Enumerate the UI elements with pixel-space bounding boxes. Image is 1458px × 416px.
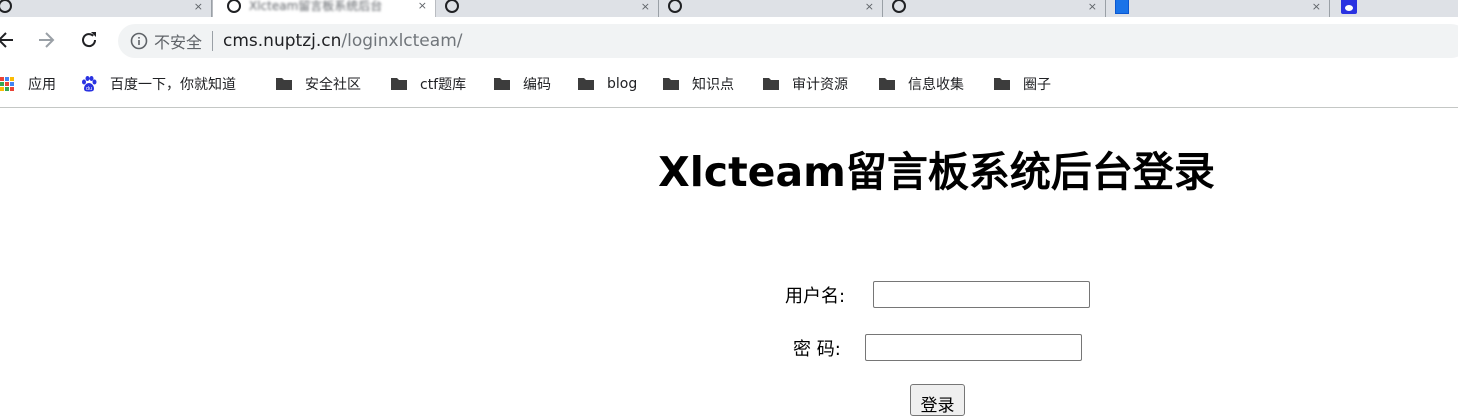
arrow-left-icon: [0, 32, 13, 48]
browser-tab[interactable]: ×: [0, 0, 212, 17]
bookmark-label: 信息收集: [908, 77, 964, 93]
arrow-right-icon: [39, 32, 55, 48]
bookmark-folder[interactable]: blog: [577, 73, 637, 95]
divider: [212, 31, 214, 51]
address-bar[interactable]: 不安全 cms.nuptzj.cn /loginxlcteam/: [118, 24, 1458, 58]
security-status[interactable]: 不安全: [154, 29, 202, 53]
bookmark-label: 圈子: [1023, 77, 1051, 93]
close-tab-icon[interactable]: ×: [1312, 0, 1321, 13]
bookmark-folder[interactable]: 信息收集: [878, 73, 964, 95]
browser-tab[interactable]: ×: [660, 0, 883, 17]
bookmark-folder[interactable]: 知识点: [662, 73, 734, 95]
folder-icon: [276, 78, 292, 90]
globe-icon: [227, 0, 241, 13]
browser-tab[interactable]: ×: [1107, 0, 1330, 17]
folder-icon: [494, 78, 510, 90]
reload-icon: [82, 32, 97, 48]
tab-strip: × Xlcteam留言板系统后台 × × × × ×: [0, 0, 1458, 17]
close-tab-icon[interactable]: ×: [641, 0, 650, 13]
password-input[interactable]: [865, 334, 1082, 361]
svg-text:du: du: [86, 86, 92, 92]
bookmark-label: blog: [607, 76, 638, 92]
username-label: 用户名:: [785, 286, 846, 307]
baidu-paw-icon: du: [82, 76, 97, 92]
bookmark-apps[interactable]: 应用: [0, 73, 56, 95]
bookmark-label: 审计资源: [792, 77, 848, 93]
bookmark-folder[interactable]: ctf题库: [390, 73, 466, 95]
browser-tab[interactable]: ×: [884, 0, 1106, 17]
folder-icon: [663, 78, 679, 90]
folder-icon: [763, 78, 779, 90]
close-tab-icon[interactable]: ×: [194, 0, 203, 13]
url-path: /loginxlcteam/: [341, 31, 463, 51]
browser-toolbar: 不安全 cms.nuptzj.cn /loginxlcteam/: [0, 17, 1458, 64]
login-button[interactable]: 登录: [910, 384, 965, 416]
folder-icon: [578, 78, 594, 90]
folder-icon: [879, 78, 895, 90]
info-icon[interactable]: [130, 32, 148, 50]
globe-icon: [892, 0, 906, 13]
browser-tab-active[interactable]: Xlcteam留言板系统后台 ×: [212, 0, 436, 17]
password-label: 密 码:: [793, 339, 841, 360]
browser-tab[interactable]: ×: [437, 0, 659, 17]
bookmark-folder[interactable]: 编码: [493, 73, 551, 95]
bookmark-label: 安全社区: [305, 77, 361, 93]
bookmark-folder[interactable]: 圈子: [993, 73, 1051, 95]
page-title: Xlcteam留言板系统后台登录: [658, 148, 1215, 196]
browser-tab[interactable]: [1331, 0, 1458, 17]
bookmark-baidu[interactable]: du 百度一下，你就知道: [80, 73, 236, 95]
globe-icon: [445, 0, 459, 13]
bookmark-folder[interactable]: 安全社区: [275, 73, 361, 95]
username-input[interactable]: [873, 281, 1090, 308]
document-icon: [1115, 0, 1129, 14]
apps-grid-icon: [0, 77, 14, 91]
bookmark-label: ctf题库: [420, 77, 467, 93]
tab-title: Xlcteam留言板系统后台: [249, 0, 383, 13]
close-tab-icon[interactable]: ×: [865, 0, 874, 13]
reload-button[interactable]: [75, 26, 103, 54]
url-host: cms.nuptzj.cn: [223, 31, 342, 51]
folder-icon: [391, 78, 407, 90]
close-tab-icon[interactable]: ×: [418, 0, 427, 12]
forward-button[interactable]: [32, 26, 60, 54]
bookmark-label: 知识点: [692, 77, 734, 93]
bookmark-label: 应用: [28, 77, 56, 93]
globe-icon: [668, 0, 682, 13]
close-tab-icon[interactable]: ×: [1088, 0, 1097, 13]
bookmark-label: 百度一下，你就知道: [110, 77, 236, 93]
baidu-icon: [1341, 0, 1357, 14]
globe-icon: [0, 0, 12, 13]
folder-icon: [994, 78, 1010, 90]
bookmark-label: 编码: [523, 77, 551, 93]
back-button[interactable]: [0, 26, 20, 54]
bookmarks-bar: 应用 du 百度一下，你就知道 安全社区 ctf题库 编码 blog 知识点 审…: [0, 64, 1458, 108]
bookmark-folder[interactable]: 审计资源: [762, 73, 848, 95]
